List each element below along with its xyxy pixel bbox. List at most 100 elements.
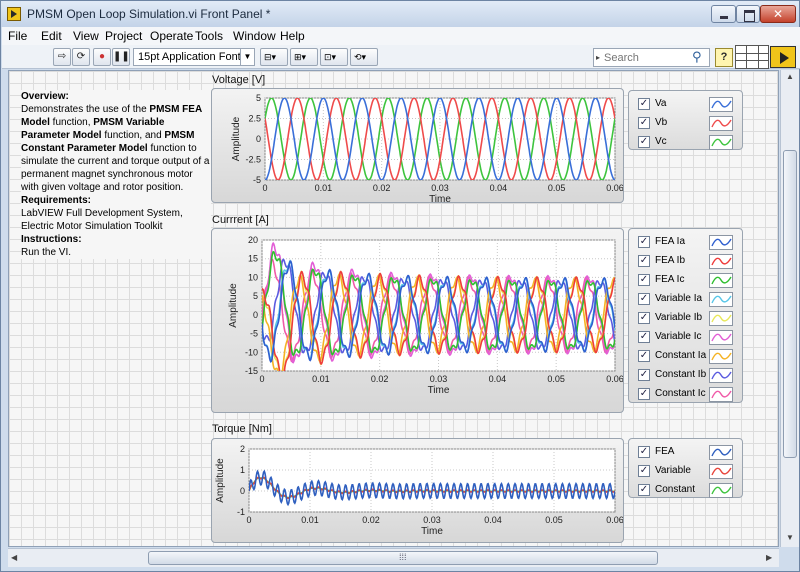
run-arrow-icon[interactable]: ⇨ [53,48,71,66]
x-tick-label: 0.03 [430,374,448,384]
search-field[interactable]: ▸ ⚲ [593,48,710,67]
legend-item[interactable]: ✓ Vb [629,114,742,133]
vi-icon[interactable] [770,46,796,68]
x-axis-label: Time [421,526,443,537]
menu-tools[interactable]: Tools [195,29,223,43]
align-objects-icon[interactable]: ⊟▾ [260,48,288,66]
checkbox-checked-icon[interactable]: ✓ [638,98,650,110]
checkbox-checked-icon[interactable]: ✓ [638,236,650,248]
legend-swatch-icon[interactable] [709,464,733,479]
checkbox-checked-icon[interactable]: ✓ [638,484,650,496]
y-tick-label: -1 [237,507,245,517]
checkbox-checked-icon[interactable]: ✓ [638,274,650,286]
checkbox-checked-icon[interactable]: ✓ [638,388,650,400]
legend-item[interactable]: ✓ Variable Ia [629,290,742,309]
menu-help[interactable]: Help [280,29,305,43]
horizontal-scroll-thumb[interactable]: ⁞⁞⁞ [148,551,658,565]
horizontal-scrollbar[interactable]: ◀ ⁞⁞⁞ ▶ [8,548,779,567]
connector-pane-icon[interactable] [735,45,769,69]
chevron-down-icon: ▼ [240,49,254,65]
torque-graph[interactable]: 0 0.01 0.02 0.03 0.04 0.05 0.06 2 1 0 -1 Time Amplit… [211,438,624,543]
legend-swatch-icon[interactable] [709,368,733,383]
checkbox-checked-icon[interactable]: ✓ [638,369,650,381]
distribute-objects-icon[interactable]: ⊞▾ [290,48,318,66]
legend-item[interactable]: ✓ FEA [629,443,742,462]
menu-window[interactable]: Window [233,29,276,43]
legend-swatch-icon[interactable] [709,273,733,288]
legend-item[interactable]: ✓ FEA Ib [629,252,742,271]
legend-swatch-icon[interactable] [709,330,733,345]
x-axis-label: Time [428,385,450,396]
scroll-down-icon[interactable]: ▼ [786,533,794,542]
checkbox-checked-icon[interactable]: ✓ [638,331,650,343]
search-input[interactable] [604,51,690,64]
legend-label: Constant Ib [655,369,707,380]
checkbox-checked-icon[interactable]: ✓ [638,465,650,477]
checkbox-checked-icon[interactable]: ✓ [638,136,650,148]
vertical-scroll-thumb[interactable] [783,150,797,458]
menu-edit[interactable]: Edit [41,29,62,43]
minimize-button[interactable] [711,5,736,23]
checkbox-checked-icon[interactable]: ✓ [638,446,650,458]
title-bar[interactable]: PMSM Open Loop Simulation.vi Front Panel… [1,1,799,27]
scroll-right-icon[interactable]: ▶ [766,553,772,562]
reorder-icon[interactable]: ⟲▾ [350,48,378,66]
search-scope-icon[interactable]: ▸ [596,53,600,62]
legend-label: FEA Ia [655,236,686,247]
legend-item[interactable]: ✓ Vc [629,133,742,152]
legend-swatch-icon[interactable] [709,292,733,307]
vertical-scrollbar[interactable]: ▲ ▼ [780,70,799,547]
checkbox-checked-icon[interactable]: ✓ [638,255,650,267]
maximize-button[interactable] [736,5,760,23]
search-icon[interactable]: ⚲ [692,49,702,65]
run-continuously-icon[interactable]: ⟳ [72,48,90,66]
legend-item[interactable]: ✓ Variable Ic [629,328,742,347]
checkbox-checked-icon[interactable]: ✓ [638,293,650,305]
close-button[interactable] [760,5,796,23]
legend-item[interactable]: ✓ FEA Ia [629,233,742,252]
abort-icon[interactable]: ● [93,48,111,66]
legend-swatch-icon[interactable] [709,235,733,250]
x-tick-label: 0.03 [431,183,449,193]
legend-swatch-icon[interactable] [709,311,733,326]
torque-legend: ✓ FEA ✓ Variable ✓ Constant [628,438,743,498]
pause-icon[interactable]: ❚❚ [112,48,130,66]
legend-item[interactable]: ✓ FEA Ic [629,271,742,290]
legend-item[interactable]: ✓ Variable [629,462,742,481]
y-tick-label: -5 [253,175,261,185]
legend-swatch-icon[interactable] [709,445,733,460]
legend-item[interactable]: ✓ Variable Ib [629,309,742,328]
legend-swatch-icon[interactable] [709,254,733,269]
legend-swatch-icon[interactable] [709,349,733,364]
current-graph-label: Currrent [A] [212,214,269,226]
current-graph[interactable]: 0 0.01 0.02 0.03 0.04 0.05 0.06 20 15 10 5 0 -5 -10 -1… [211,228,624,413]
checkbox-checked-icon[interactable]: ✓ [638,350,650,362]
legend-swatch-icon[interactable] [709,97,733,112]
resize-objects-icon[interactable]: ⊡▾ [320,48,348,66]
context-help-button[interactable]: ? [715,48,733,67]
scroll-up-icon[interactable]: ▲ [786,72,794,81]
legend-label: Vc [655,136,667,147]
menu-operate[interactable]: Operate [150,29,193,43]
legend-item[interactable]: ✓ Constant Ib [629,366,742,385]
legend-item[interactable]: ✓ Constant Ia [629,347,742,366]
legend-swatch-icon[interactable] [709,387,733,402]
font-select[interactable]: 15pt Application Font ▼ [133,48,255,66]
legend-item[interactable]: ✓ Constant [629,481,742,500]
instructions-heading: Instructions: [21,234,82,245]
legend-item[interactable]: ✓ Va [629,95,742,114]
legend-item[interactable]: ✓ Constant Ic [629,385,742,404]
legend-swatch-icon[interactable] [709,483,733,498]
x-tick-label: 0.04 [489,374,507,384]
checkbox-checked-icon[interactable]: ✓ [638,312,650,324]
chart-2-svg: 0 0.01 0.02 0.03 0.04 0.05 0.06210-1TimeAmplit… [215,444,623,537]
scroll-left-icon[interactable]: ◀ [11,553,17,562]
menu-project[interactable]: Project [105,29,142,43]
menu-file[interactable]: File [8,29,27,43]
voltage-graph[interactable]: 0 0.01 0.02 0.03 0.04 0.05 0.06 5 2.5 0 -2.5 -5 Time… [211,88,624,203]
menu-view[interactable]: View [73,29,99,43]
legend-swatch-icon[interactable] [709,135,733,150]
checkbox-checked-icon[interactable]: ✓ [638,117,650,129]
legend-label: Constant Ic [655,388,706,399]
legend-swatch-icon[interactable] [709,116,733,131]
